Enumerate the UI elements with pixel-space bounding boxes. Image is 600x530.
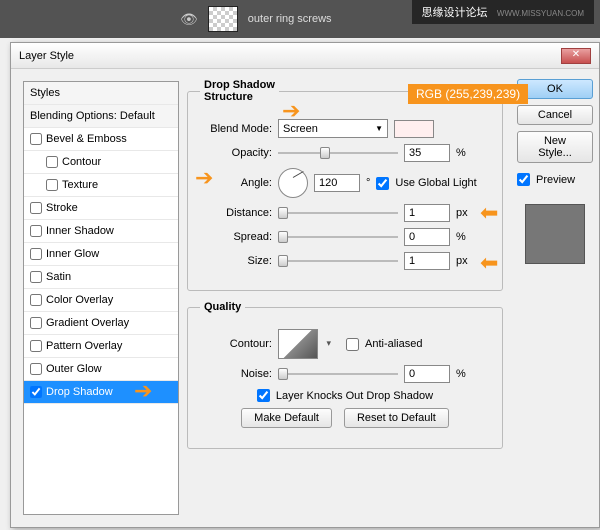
stroke-checkbox[interactable] xyxy=(30,202,42,214)
sidebar-item-drop-shadow[interactable]: Drop Shadow xyxy=(24,381,178,404)
bevel-checkbox[interactable] xyxy=(30,133,42,145)
size-slider[interactable] xyxy=(278,253,398,269)
arrow-icon: ➔ xyxy=(195,165,213,191)
sidebar-item-styles[interactable]: Styles xyxy=(24,82,178,105)
arrow-icon: ⬅ xyxy=(480,200,498,226)
watermark-sub: WWW.MISSYUAN.COM xyxy=(497,9,584,18)
angle-input[interactable]: 120 xyxy=(314,174,360,192)
structure-sub: Structure xyxy=(204,91,253,103)
sidebar-item-color-overlay[interactable]: Color Overlay xyxy=(24,289,178,312)
pattern-overlay-checkbox[interactable] xyxy=(30,340,42,352)
noise-label: Noise: xyxy=(200,368,272,380)
drop-shadow-checkbox[interactable] xyxy=(30,386,42,398)
knocks-out-label: Layer Knocks Out Drop Shadow xyxy=(276,390,433,402)
contour-picker[interactable] xyxy=(278,329,318,359)
visibility-icon[interactable]: 👁 xyxy=(180,11,198,28)
preview-label: Preview xyxy=(536,174,575,186)
sidebar-item-contour[interactable]: Contour xyxy=(24,151,178,174)
arrow-icon: ⬅ xyxy=(480,250,498,276)
annotation-rgb: RGB (255,239,239) xyxy=(408,84,528,104)
sidebar-item-inner-glow[interactable]: Inner Glow xyxy=(24,243,178,266)
opacity-input[interactable]: 35 xyxy=(404,144,450,162)
layer-style-dialog: Layer Style ✕ Styles Blending Options: D… xyxy=(10,42,600,528)
distance-unit: px xyxy=(456,207,474,219)
noise-slider[interactable] xyxy=(278,366,398,382)
opacity-slider[interactable] xyxy=(278,145,398,161)
sidebar-item-outer-glow[interactable]: Outer Glow xyxy=(24,358,178,381)
sidebar-item-bevel[interactable]: Bevel & Emboss xyxy=(24,128,178,151)
cancel-button[interactable]: Cancel xyxy=(517,105,593,125)
knocks-out-checkbox[interactable] xyxy=(257,389,270,402)
sidebar-item-texture[interactable]: Texture xyxy=(24,174,178,197)
distance-label: Distance: xyxy=(200,207,272,219)
arrow-icon: ➔ xyxy=(282,98,300,124)
preview-checkbox[interactable] xyxy=(517,173,530,186)
anti-aliased-checkbox[interactable] xyxy=(346,338,359,351)
global-light-checkbox[interactable] xyxy=(376,177,389,190)
opacity-unit: % xyxy=(456,147,474,159)
size-unit: px xyxy=(456,255,474,267)
distance-input[interactable]: 1 xyxy=(404,204,450,222)
anti-aliased-label: Anti-aliased xyxy=(365,338,422,350)
distance-slider[interactable] xyxy=(278,205,398,221)
spread-input[interactable]: 0 xyxy=(404,228,450,246)
blend-mode-label: Blend Mode: xyxy=(200,123,272,135)
styles-sidebar: Styles Blending Options: Default Bevel &… xyxy=(23,81,179,515)
new-style-button[interactable]: New Style... xyxy=(517,131,593,163)
angle-dial[interactable] xyxy=(278,168,308,198)
structure-fieldset: Drop ShadowStructure Blend Mode: Screen … xyxy=(187,79,503,291)
ok-button[interactable]: OK xyxy=(517,79,593,99)
watermark-text: 思缘设计论坛 xyxy=(422,7,488,19)
layer-thumbnail[interactable] xyxy=(208,6,238,32)
color-overlay-checkbox[interactable] xyxy=(30,294,42,306)
watermark: 思缘设计论坛 WWW.MISSYUAN.COM xyxy=(412,0,594,24)
layer-name[interactable]: outer ring screws xyxy=(248,13,332,25)
outer-glow-checkbox[interactable] xyxy=(30,363,42,375)
sidebar-item-gradient-overlay[interactable]: Gradient Overlay xyxy=(24,312,178,335)
inner-shadow-checkbox[interactable] xyxy=(30,225,42,237)
texture-checkbox[interactable] xyxy=(46,179,58,191)
right-panel: OK Cancel New Style... Preview xyxy=(511,69,599,527)
structure-legend: Drop Shadow xyxy=(204,79,275,91)
noise-unit: % xyxy=(456,368,474,380)
arrow-icon: ➔ xyxy=(134,378,152,404)
inner-glow-checkbox[interactable] xyxy=(30,248,42,260)
main-panel: Drop ShadowStructure Blend Mode: Screen … xyxy=(179,69,511,527)
spread-unit: % xyxy=(456,231,474,243)
global-light-label: Use Global Light xyxy=(395,177,476,189)
satin-checkbox[interactable] xyxy=(30,271,42,283)
dialog-title: Layer Style xyxy=(19,50,74,62)
reset-default-button[interactable]: Reset to Default xyxy=(344,408,449,428)
sidebar-item-pattern-overlay[interactable]: Pattern Overlay xyxy=(24,335,178,358)
size-input[interactable]: 1 xyxy=(404,252,450,270)
spread-label: Spread: xyxy=(200,231,272,243)
color-swatch[interactable] xyxy=(394,120,434,138)
make-default-button[interactable]: Make Default xyxy=(241,408,332,428)
preview-box xyxy=(525,204,585,264)
sidebar-item-blending[interactable]: Blending Options: Default xyxy=(24,105,178,128)
noise-input[interactable]: 0 xyxy=(404,365,450,383)
contour-checkbox[interactable] xyxy=(46,156,58,168)
opacity-label: Opacity: xyxy=(200,147,272,159)
titlebar[interactable]: Layer Style ✕ xyxy=(11,43,599,69)
quality-legend: Quality xyxy=(200,301,245,313)
gradient-overlay-checkbox[interactable] xyxy=(30,317,42,329)
quality-fieldset: Quality Contour: Anti-aliased Noise: 0 % xyxy=(187,301,503,449)
sidebar-item-satin[interactable]: Satin xyxy=(24,266,178,289)
contour-label: Contour: xyxy=(200,338,272,350)
sidebar-item-stroke[interactable]: Stroke xyxy=(24,197,178,220)
size-label: Size: xyxy=(200,255,272,267)
sidebar-item-inner-shadow[interactable]: Inner Shadow xyxy=(24,220,178,243)
angle-unit: ° xyxy=(366,177,370,189)
close-button[interactable]: ✕ xyxy=(561,48,591,64)
spread-slider[interactable] xyxy=(278,229,398,245)
